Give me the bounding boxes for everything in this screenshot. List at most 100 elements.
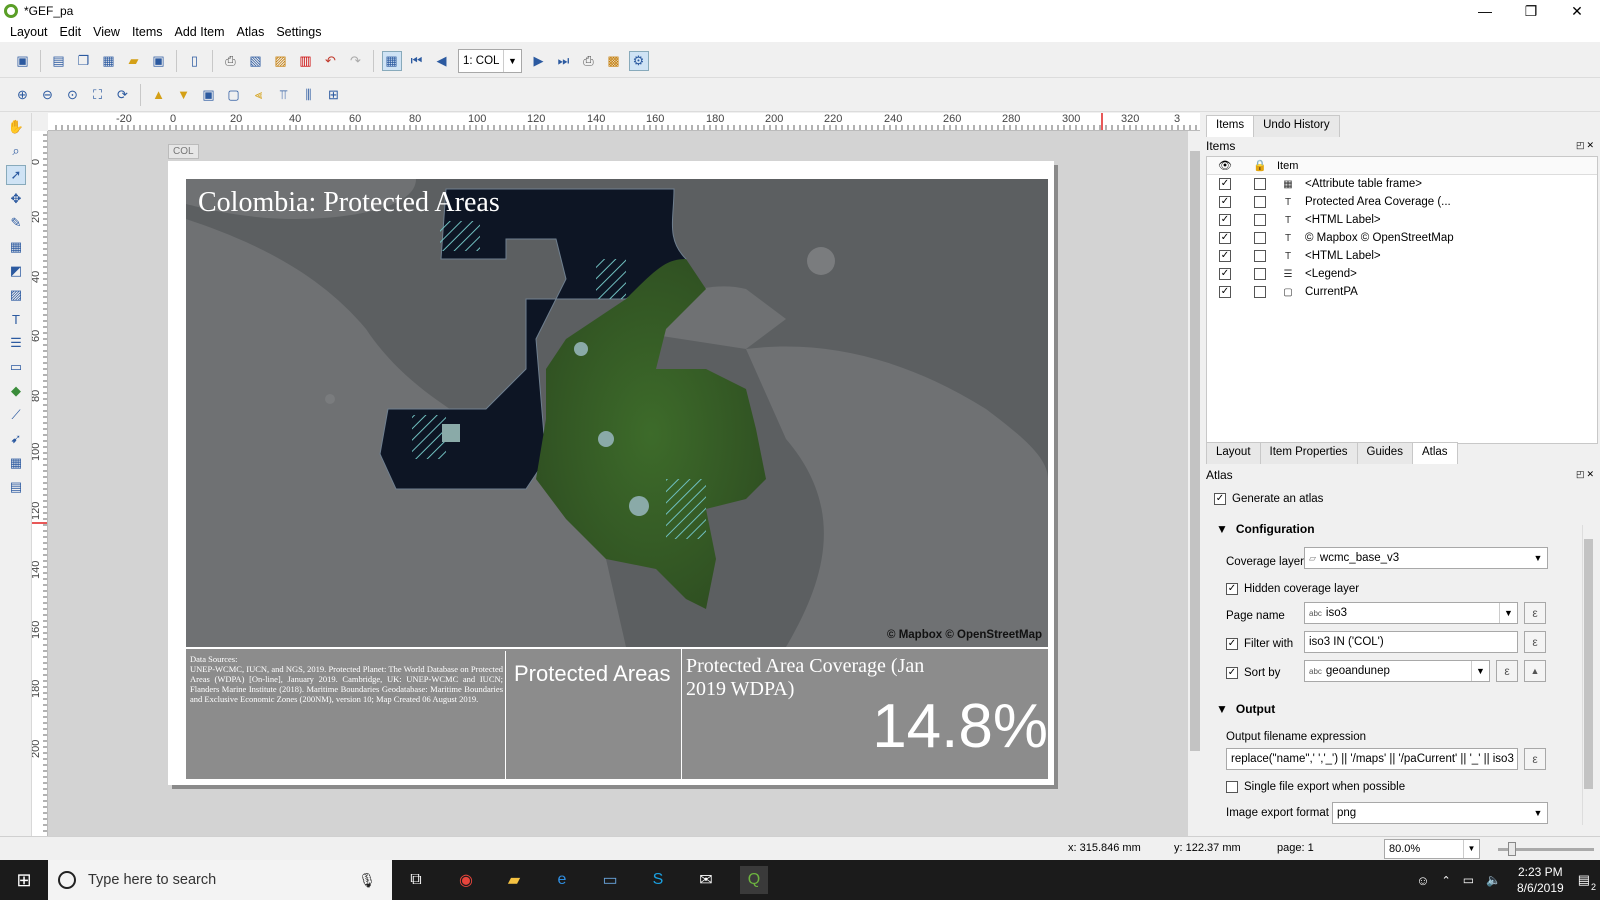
first-feature-icon[interactable]: ⏮ [407, 51, 427, 71]
list-item[interactable]: ✓ T <HTML Label> [1207, 211, 1597, 229]
save-template-icon[interactable]: ▣ [149, 51, 169, 71]
map-item[interactable]: Colombia: Protected Areas © Mapbox © Ope… [186, 179, 1048, 647]
atlas-scrollbar[interactable] [1582, 525, 1594, 825]
visibility-checkbox[interactable]: ✓ [1219, 286, 1231, 298]
export-pdf-icon[interactable]: ▥ [296, 51, 316, 71]
add-arrow-icon[interactable]: ➹ [6, 429, 26, 449]
visibility-checkbox[interactable]: ✓ [1219, 232, 1231, 244]
expression-button[interactable]: ε [1524, 631, 1546, 653]
map-attribution[interactable]: © Mapbox © OpenStreetMap [887, 629, 1042, 641]
align-left-icon[interactable]: ⫷ [249, 85, 269, 105]
tab-guides[interactable]: Guides [1356, 442, 1413, 464]
generate-atlas-checkbox[interactable]: ✓ [1214, 493, 1226, 505]
single-file-row[interactable]: Single file export when possible [1226, 777, 1405, 797]
align-top-icon[interactable]: ⫪ [274, 85, 294, 105]
hidden-coverage-checkbox[interactable]: ✓ [1226, 583, 1238, 595]
filter-checkbox[interactable]: ✓ [1226, 638, 1238, 650]
map-title[interactable]: Colombia: Protected Areas [198, 187, 500, 219]
list-item[interactable]: ✓ ▦ <Attribute table frame> [1207, 175, 1597, 193]
add-polyline-icon[interactable]: ⟋ [6, 405, 26, 425]
edit-nodes-icon[interactable]: ✎ [6, 213, 26, 233]
data-sources-label[interactable]: Data Sources: UNEP-WCMC, IUCN, and NGS, … [188, 651, 506, 779]
restore-button[interactable]: ❐ [1508, 0, 1554, 22]
dock-float-close-icons[interactable]: ◰✕ [1576, 140, 1596, 151]
atlas-preview-icon[interactable]: ▦ [381, 50, 402, 71]
sort-checkbox[interactable]: ✓ [1226, 667, 1238, 679]
items-tree[interactable]: 👁 🔒 Item ✓ ▦ <Attribute table frame> ✓ T Prot… [1206, 156, 1598, 444]
refresh-icon[interactable]: ⟳ [113, 85, 133, 105]
filter-expression-field[interactable]: iso3 IN ('COL') [1304, 631, 1518, 653]
last-feature-icon[interactable]: ⏭ [554, 51, 574, 71]
tab-items[interactable]: Items [1206, 115, 1255, 137]
notifications-icon[interactable]: ▤ 2 [1578, 872, 1596, 892]
menu-layout[interactable]: Layout [10, 25, 48, 39]
microphone-icon[interactable]: 🎙 [358, 872, 376, 889]
export-image-icon[interactable]: ▧ [246, 51, 266, 71]
lock-checkbox[interactable] [1254, 232, 1266, 244]
tab-atlas[interactable]: Atlas [1411, 442, 1458, 464]
scrollbar-thumb[interactable] [1584, 539, 1593, 789]
add-label-icon[interactable]: T [6, 309, 26, 329]
add-picture-icon[interactable]: ▨ [6, 285, 26, 305]
sort-by-combo[interactable]: abc geoandunep ▼ [1304, 660, 1490, 682]
lock-checkbox[interactable] [1254, 268, 1266, 280]
pan-icon[interactable]: ✋ [6, 117, 26, 137]
close-button[interactable]: ✕ [1554, 0, 1600, 22]
coverage-label[interactable]: Protected Area Coverage (Jan 2019 WDPA) … [682, 649, 1048, 779]
add-map-icon[interactable]: ▦ [6, 237, 26, 257]
lock-checkbox[interactable] [1254, 196, 1266, 208]
layout-canvas[interactable]: COL Colombia: Protected Areas © Mapbox ©… [48, 131, 1188, 836]
visibility-checkbox[interactable]: ✓ [1219, 214, 1231, 226]
zoom-combo[interactable]: 80.0% ▼ [1384, 839, 1480, 859]
layout-page[interactable]: Colombia: Protected Areas © Mapbox © Ope… [168, 161, 1054, 785]
tab-undo-history[interactable]: Undo History [1253, 115, 1340, 137]
list-item[interactable]: ✓ T <HTML Label> [1207, 247, 1597, 265]
ungroup-items-icon[interactable]: ▢ [224, 85, 244, 105]
expression-button[interactable]: ε [1524, 748, 1546, 770]
task-view-icon[interactable]: ⧉ [402, 866, 430, 894]
zoom-full-icon[interactable]: ⛶ [88, 85, 108, 105]
skype-icon[interactable]: S [644, 866, 672, 894]
coverage-layer-combo[interactable]: ▱ wcmc_base_v3 ▼ [1304, 547, 1548, 569]
people-icon[interactable]: ☺ [1416, 873, 1429, 888]
qgis-taskbar-icon[interactable]: Q [740, 866, 768, 894]
sort-row[interactable]: ✓ Sort by [1226, 663, 1280, 683]
tab-item-properties[interactable]: Item Properties [1259, 442, 1358, 464]
lock-checkbox[interactable] [1254, 178, 1266, 190]
atlas-page-combo[interactable]: 1: COL ▼ [458, 48, 522, 73]
zoom-tool-icon[interactable]: ⌕ [6, 141, 26, 161]
group-items-icon[interactable]: ▣ [199, 85, 219, 105]
chevron-up-icon[interactable]: ⌃ [1441, 874, 1450, 887]
next-feature-icon[interactable]: ▶ [529, 51, 549, 71]
lock-checkbox[interactable] [1254, 250, 1266, 262]
edge-icon[interactable]: e [548, 866, 576, 894]
visibility-checkbox[interactable]: ✓ [1219, 268, 1231, 280]
export-svg-icon[interactable]: ▨ [271, 51, 291, 71]
dock-float-close-icons[interactable]: ◰✕ [1576, 469, 1596, 480]
hidden-coverage-row[interactable]: ✓ Hidden coverage layer [1226, 579, 1359, 599]
canvas-scrollbar[interactable] [1188, 131, 1202, 836]
zoom-100-icon[interactable]: ⊙ [63, 85, 83, 105]
zoom-slider-handle[interactable] [1508, 842, 1516, 856]
filter-row[interactable]: ✓ Filter with [1226, 634, 1293, 654]
output-group[interactable]: ▼ Output [1216, 699, 1275, 719]
legend-item[interactable]: Protected Areas [506, 649, 682, 779]
generate-atlas-row[interactable]: ✓ Generate an atlas [1214, 489, 1323, 509]
menu-edit[interactable]: Edit [60, 25, 82, 39]
print-icon[interactable]: ⎙ [221, 51, 241, 71]
menu-add-item[interactable]: Add Item [175, 25, 225, 39]
add-scalebar-icon[interactable]: ▭ [6, 357, 26, 377]
file-explorer-icon[interactable]: ▰ [500, 866, 528, 894]
menu-settings[interactable]: Settings [276, 25, 321, 39]
open-template-icon[interactable]: ▰ [124, 51, 144, 71]
battery-icon[interactable]: ▭ [1463, 873, 1474, 887]
list-item[interactable]: ✓ T © Mapbox © OpenStreetMap [1207, 229, 1597, 247]
move-content-icon[interactable]: ✥ [6, 189, 26, 209]
atlas-settings-icon[interactable]: ⚙ [628, 50, 649, 71]
menu-view[interactable]: View [93, 25, 120, 39]
mail-icon[interactable]: ✉ [692, 866, 720, 894]
list-item[interactable]: ✓ T Protected Area Coverage (... [1207, 193, 1597, 211]
tab-layout[interactable]: Layout [1206, 442, 1261, 464]
distribute-icon[interactable]: ⫼ [299, 85, 319, 105]
add-attribute-table-icon[interactable]: ▦ [6, 453, 26, 473]
